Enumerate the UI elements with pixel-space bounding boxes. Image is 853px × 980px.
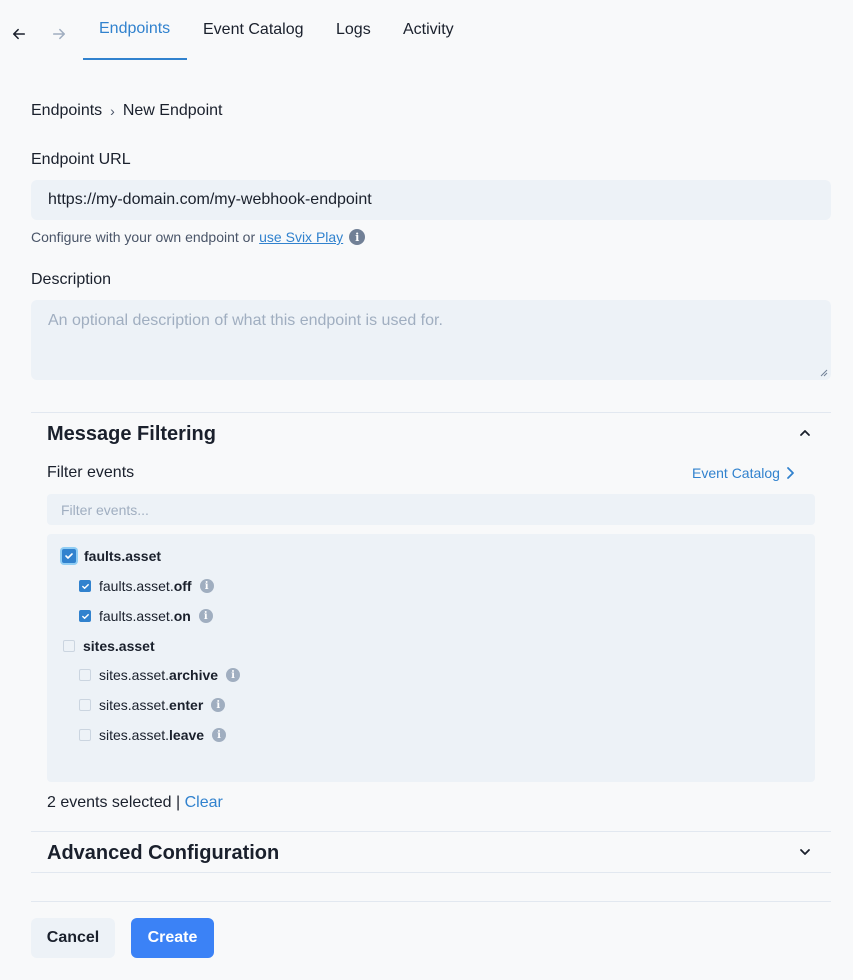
checkbox[interactable] — [79, 580, 91, 592]
tab-label: Logs — [336, 21, 371, 38]
event-item-sites-asset-archive: sites.asset. archive i — [79, 667, 241, 683]
info-icon[interactable]: i — [199, 579, 214, 593]
tab-endpoints[interactable]: Endpoints — [83, 0, 187, 60]
breadcrumb: Endpoints › New Endpoint — [31, 102, 222, 120]
tab-label: Event Catalog — [203, 21, 304, 38]
svix-play-link[interactable]: use Svix Play — [259, 229, 343, 245]
checkbox[interactable] — [79, 729, 91, 741]
helper-text: Configure with your own endpoint or — [31, 229, 256, 245]
checkmark-icon — [81, 613, 89, 619]
tab-logs[interactable]: Logs — [320, 0, 387, 60]
checkmark-icon — [81, 583, 89, 589]
endpoint-url-label: Endpoint URL — [31, 151, 131, 168]
filter-events-input[interactable]: Filter events... — [47, 494, 815, 525]
chevron-up-icon[interactable] — [797, 425, 813, 441]
description-placeholder: An optional description of what this end… — [48, 312, 443, 329]
chevron-down-icon[interactable] — [797, 844, 813, 860]
event-prefix: faults.asset. — [99, 578, 174, 594]
endpoint-url-value: https://my-domain.com/my-webhook-endpoin… — [48, 191, 372, 208]
advanced-configuration-title[interactable]: Advanced Configuration — [47, 842, 279, 865]
tab-label: Endpoints — [99, 20, 171, 37]
breadcrumb-separator: › — [110, 103, 115, 119]
event-catalog-link[interactable]: Event Catalog — [692, 465, 796, 481]
top-navigation: Endpoints Event Catalog Logs Activity — [0, 0, 853, 62]
tab-label: Activity — [403, 21, 454, 38]
event-item-faults-asset-off: faults.asset. off i — [79, 578, 214, 594]
event-prefix: sites.asset. — [99, 697, 170, 713]
checkbox[interactable] — [79, 699, 91, 711]
event-group-sites-asset: sites.asset — [63, 638, 155, 654]
event-prefix: faults.asset. — [99, 608, 174, 624]
filter-events-placeholder: Filter events... — [61, 501, 149, 518]
checkbox[interactable] — [63, 640, 75, 652]
event-tree: faults.asset faults.asset. off i faults.a… — [47, 534, 815, 782]
tab-event-catalog[interactable]: Event Catalog — [187, 0, 320, 60]
message-filtering-title[interactable]: Message Filtering — [47, 423, 216, 446]
event-suffix: archive — [169, 667, 219, 683]
description-label: Description — [31, 271, 112, 288]
info-icon[interactable]: i — [212, 728, 227, 742]
selected-count: 2 events selected | Clear — [47, 794, 223, 812]
event-group-faults-asset: faults.asset — [62, 548, 161, 564]
section-divider — [31, 412, 831, 413]
checkmark-icon — [65, 553, 73, 559]
description-textarea[interactable]: An optional description of what this end… — [31, 300, 831, 380]
back-arrow-icon[interactable] — [7, 22, 31, 46]
checkbox[interactable] — [62, 549, 76, 563]
footer-divider — [31, 901, 831, 902]
info-icon[interactable]: i — [226, 668, 241, 682]
endpoint-url-input[interactable]: https://my-domain.com/my-webhook-endpoin… — [31, 180, 831, 220]
forward-arrow-icon[interactable] — [47, 22, 71, 46]
section-divider — [31, 831, 831, 832]
chevron-right-icon — [787, 467, 794, 479]
event-item-faults-asset-on: faults.asset. on i — [79, 608, 213, 624]
resize-handle-icon[interactable] — [820, 369, 828, 377]
checkbox[interactable] — [79, 669, 91, 681]
event-prefix: sites.asset. — [99, 667, 170, 683]
info-icon[interactable]: i — [211, 698, 226, 712]
checkbox[interactable] — [79, 610, 91, 622]
breadcrumb-current: New Endpoint — [122, 102, 223, 119]
info-icon[interactable]: i — [349, 229, 366, 245]
event-catalog-link-label: Event Catalog — [692, 465, 780, 481]
event-item-sites-asset-enter: sites.asset. enter i — [79, 697, 226, 713]
cancel-button[interactable]: Cancel — [31, 918, 115, 958]
event-suffix: enter — [169, 697, 204, 713]
event-group-label: faults.asset — [84, 548, 162, 564]
endpoint-url-helper: Configure with your own endpoint or use … — [31, 229, 366, 245]
event-group-label: sites.asset — [83, 638, 155, 654]
info-icon[interactable]: i — [198, 609, 213, 623]
event-suffix: off — [173, 578, 192, 594]
clear-link[interactable]: Clear — [185, 794, 223, 811]
event-suffix: leave — [169, 727, 205, 743]
event-item-sites-asset-leave: sites.asset. leave i — [79, 727, 227, 743]
section-divider — [31, 872, 831, 873]
tab-activity[interactable]: Activity — [387, 0, 470, 60]
breadcrumb-parent[interactable]: Endpoints — [31, 102, 102, 120]
event-prefix: sites.asset. — [99, 727, 170, 743]
selected-count-text: 2 events selected | — [47, 794, 181, 811]
event-suffix: on — [173, 608, 191, 624]
filter-events-label: Filter events — [47, 464, 135, 481]
create-button[interactable]: Create — [131, 918, 214, 958]
